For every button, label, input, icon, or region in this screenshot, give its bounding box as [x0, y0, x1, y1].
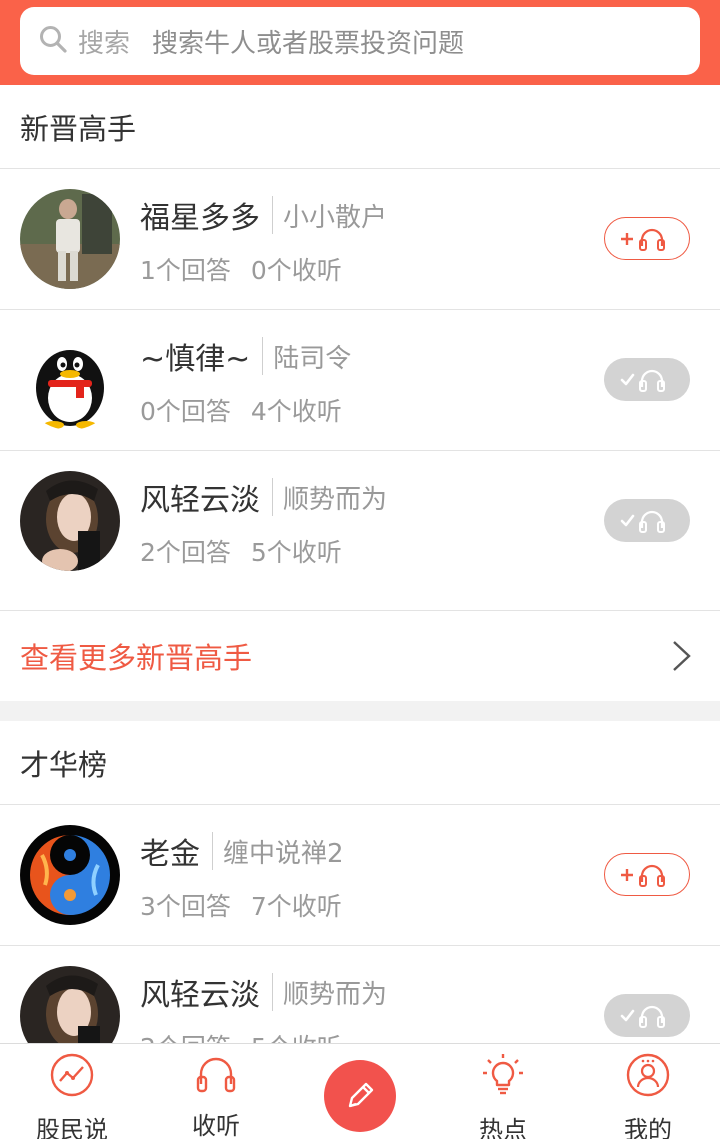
trend-circle-icon: [50, 1053, 94, 1097]
avatar[interactable]: [20, 330, 120, 430]
listen-count: 5个收听: [250, 538, 342, 567]
compose-button[interactable]: [324, 1060, 396, 1132]
user-title: 顺势而为: [283, 484, 388, 515]
avatar[interactable]: [20, 189, 120, 289]
followed-button[interactable]: [604, 358, 690, 401]
answer-count: 2个回答: [140, 1033, 231, 1043]
tab-label: 收听: [192, 1112, 240, 1139]
answer-count: 1个回答: [140, 256, 231, 285]
user-name: 福星多多: [140, 201, 260, 236]
see-more-link[interactable]: 查看更多新晋高手: [0, 610, 720, 700]
tab-listen[interactable]: 收听: [156, 1044, 276, 1139]
search-input[interactable]: 搜索 搜索牛人或者股票投资问题: [20, 7, 700, 75]
tab-stock-talk[interactable]: 股民说: [12, 1044, 132, 1139]
list-item[interactable]: 老金 缠中说禅2 3个回答 7个收听: [0, 805, 720, 946]
user-title: 小小散户: [283, 202, 388, 233]
headphones-icon: [196, 1057, 236, 1093]
user-name: ~慎律~: [140, 342, 251, 377]
listen-count: 4个收听: [250, 397, 342, 426]
search-label: 搜索: [78, 28, 131, 59]
avatar[interactable]: [20, 471, 120, 571]
answer-count: 3个回答: [140, 892, 231, 921]
list-item[interactable]: 风轻云淡 顺势而为 2个回答 5个收听: [0, 946, 720, 1043]
tab-label: 股民说: [36, 1116, 108, 1139]
divider: [262, 337, 264, 375]
talent-section: 才华榜 老金 缠中说禅2 3个回答 7个收听 风轻云淡 顺势而为: [0, 721, 720, 1043]
user-name: 风轻云淡: [140, 483, 260, 518]
avatar[interactable]: [20, 825, 120, 925]
list-item[interactable]: 福星多多 小小散户 1个回答 0个收听: [0, 169, 720, 310]
listen-count: 7个收听: [250, 892, 342, 921]
pencil-icon: [348, 1082, 374, 1108]
follow-button[interactable]: [604, 217, 690, 260]
answer-count: 2个回答: [140, 538, 231, 567]
followed-button[interactable]: [604, 499, 690, 542]
tab-hot[interactable]: 热点: [443, 1044, 563, 1139]
tab-label: 热点: [479, 1116, 527, 1139]
user-name: 风轻云淡: [140, 978, 260, 1013]
chevron-right-icon: [673, 641, 691, 671]
user-circle-icon: [626, 1053, 670, 1097]
answer-count: 0个回答: [140, 397, 231, 426]
avatar[interactable]: [20, 966, 120, 1043]
list-item[interactable]: 风轻云淡 顺势而为 2个回答 5个收听: [0, 451, 720, 610]
search-icon: [38, 24, 68, 58]
user-title: 陆司令: [273, 343, 352, 374]
followed-button[interactable]: [604, 994, 690, 1037]
listen-count: 5个收听: [251, 1033, 342, 1043]
divider: [272, 478, 273, 516]
divider: [272, 973, 273, 1011]
see-more-label: 查看更多新晋高手: [20, 640, 253, 675]
divider: [272, 196, 273, 234]
tab-label: 我的: [624, 1116, 672, 1139]
listen-count: 0个收听: [250, 256, 342, 285]
user-title: 顺势而为: [283, 979, 388, 1010]
section-title: 新晋高手: [0, 85, 720, 169]
follow-button[interactable]: [604, 853, 690, 896]
search-placeholder: 搜索牛人或者股票投资问题: [152, 28, 465, 59]
user-name: 老金: [140, 837, 200, 872]
section-title: 才华榜: [0, 721, 720, 805]
top-bar: 搜索 搜索牛人或者股票投资问题: [0, 0, 720, 85]
user-title: 缠中说禅2: [223, 838, 344, 869]
list-item[interactable]: ~慎律~ 陆司令 0个回答 4个收听: [0, 310, 720, 451]
bottom-tab-bar: 股民说 收听 热点 我的: [0, 1043, 720, 1139]
new-experts-section: 新晋高手 福星多多 小小散户 1个回答 0个收听 ~慎律~ 陆司令 0个回答 4…: [0, 85, 720, 701]
tab-mine[interactable]: 我的: [588, 1044, 708, 1139]
lightbulb-icon: [483, 1054, 523, 1095]
divider: [212, 832, 213, 870]
